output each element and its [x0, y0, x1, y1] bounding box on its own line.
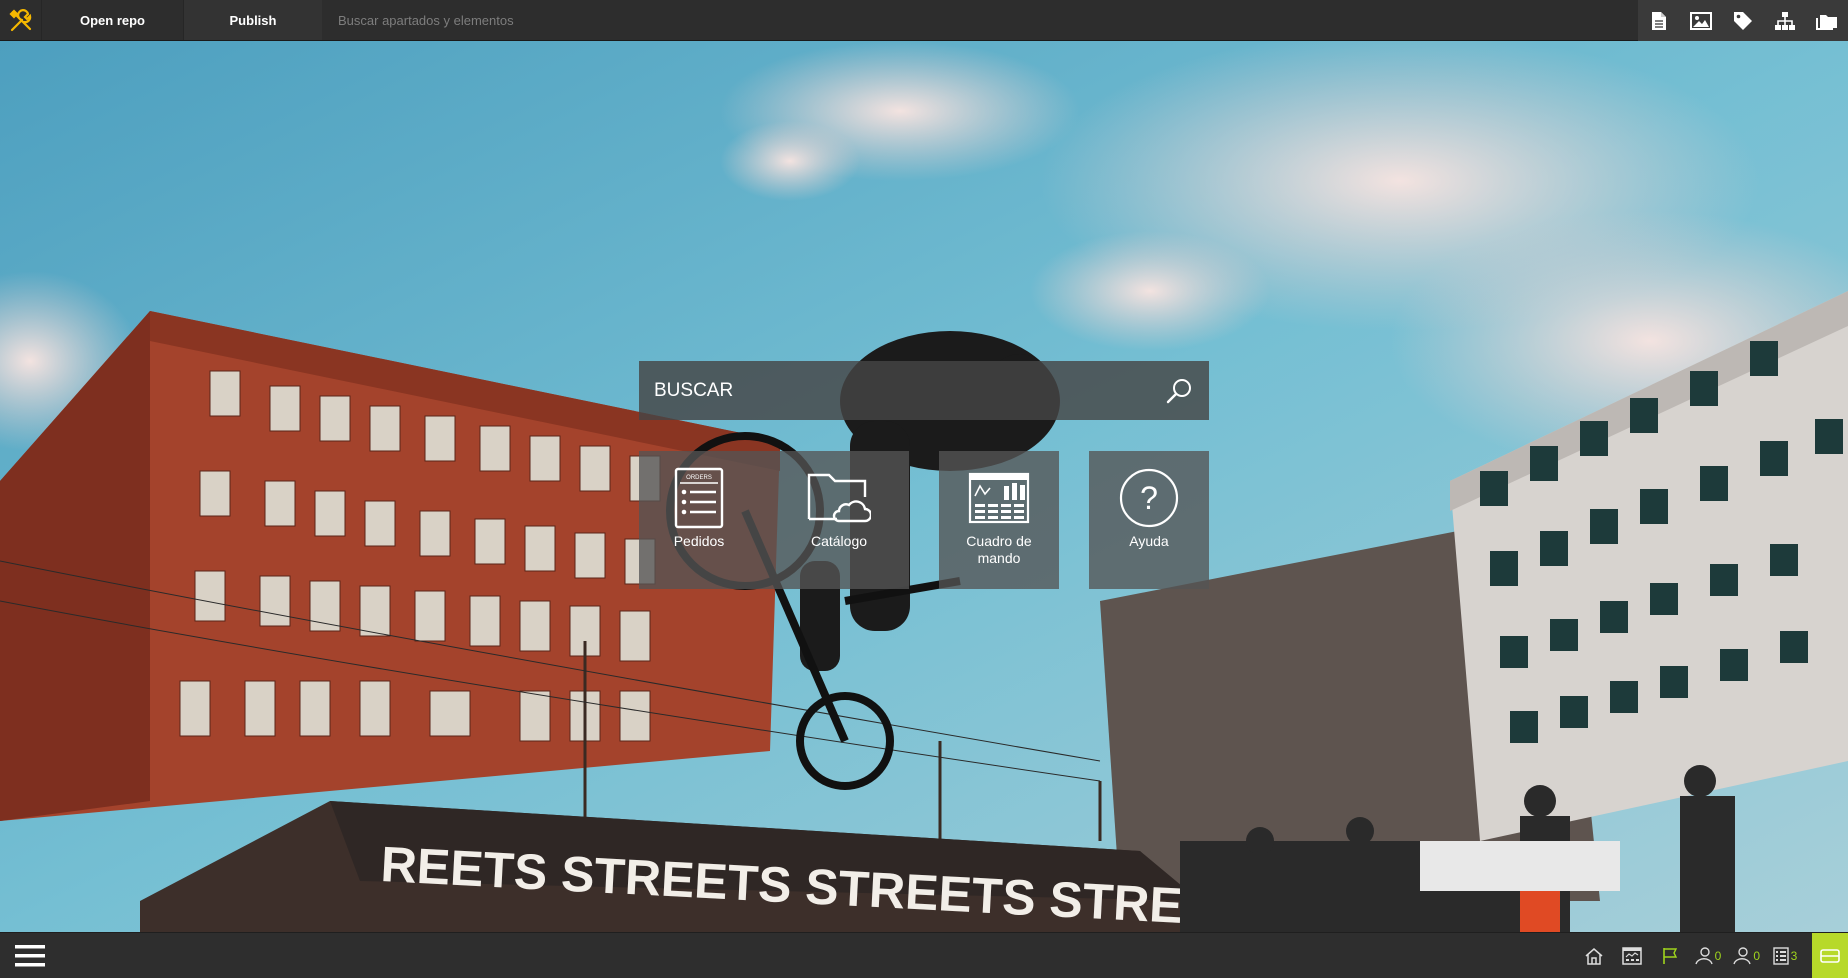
tile-catalogo[interactable]: Catálogo: [779, 466, 899, 550]
hamburger-menu-icon[interactable]: [0, 933, 60, 978]
global-search-input[interactable]: [322, 0, 1637, 40]
sitemap-icon[interactable]: [1764, 0, 1806, 41]
top-bar: Open repo Publish: [0, 0, 1848, 41]
chart-board-icon[interactable]: [1613, 933, 1651, 978]
tag-icon[interactable]: [1722, 0, 1764, 41]
tile-ayuda[interactable]: ? Ayuda: [1089, 451, 1209, 589]
users-counter[interactable]: 0: [1727, 933, 1766, 978]
tile-cuadro-de-mando[interactable]: Cuadro de mando: [939, 451, 1059, 589]
publish-button[interactable]: Publish: [183, 0, 322, 40]
tile-ayuda-label: Ayuda: [1129, 533, 1169, 549]
tools-icon[interactable]: [0, 0, 41, 41]
list-count: 3: [1790, 948, 1798, 963]
tile-group-pedidos-catalogo: ORDERS Pedidos Catálogo: [639, 451, 909, 589]
orders-icon: ORDERS: [674, 466, 724, 530]
main-search-input[interactable]: [654, 379, 1149, 402]
help-icon: ?: [1118, 466, 1180, 530]
main-search-box: [639, 361, 1209, 420]
image-icon[interactable]: [1680, 0, 1722, 41]
tile-catalogo-label: Catálogo: [810, 533, 868, 549]
users-icon: [1733, 946, 1751, 964]
folders-icon[interactable]: [1806, 0, 1848, 41]
background-photo: REETS STREETS STREETS STREETS STREETS: [0, 41, 1848, 932]
tile-pedidos[interactable]: ORDERS Pedidos: [639, 466, 759, 550]
top-right-toolbar: [1638, 0, 1848, 41]
list-counter[interactable]: 3: [1766, 933, 1804, 978]
bottom-status-items: 0 0 3: [1575, 932, 1848, 978]
flag-icon[interactable]: [1651, 933, 1689, 978]
dashboard-icon: [968, 466, 1030, 530]
list-icon: [1772, 946, 1789, 965]
user-icon: [1694, 946, 1713, 964]
bottom-bar: 0 0 3: [0, 932, 1848, 978]
tile-cuadro-de-mando-label: Cuadro de mando: [966, 533, 1032, 566]
svg-text:?: ?: [1140, 480, 1158, 516]
search-icon[interactable]: [1149, 361, 1209, 420]
tile-pedidos-label: Pedidos: [673, 533, 725, 549]
user-count: 0: [1714, 948, 1722, 963]
open-repo-button[interactable]: Open repo: [41, 0, 183, 40]
user-counter[interactable]: 0: [1689, 933, 1728, 978]
users-count: 0: [1753, 948, 1760, 963]
document-icon[interactable]: [1638, 0, 1680, 41]
home-icon[interactable]: [1575, 933, 1613, 978]
cloud-folder-icon: [807, 466, 871, 530]
panel-toggle-icon[interactable]: [1812, 932, 1848, 978]
orders-icon-caption: ORDERS: [686, 475, 712, 481]
